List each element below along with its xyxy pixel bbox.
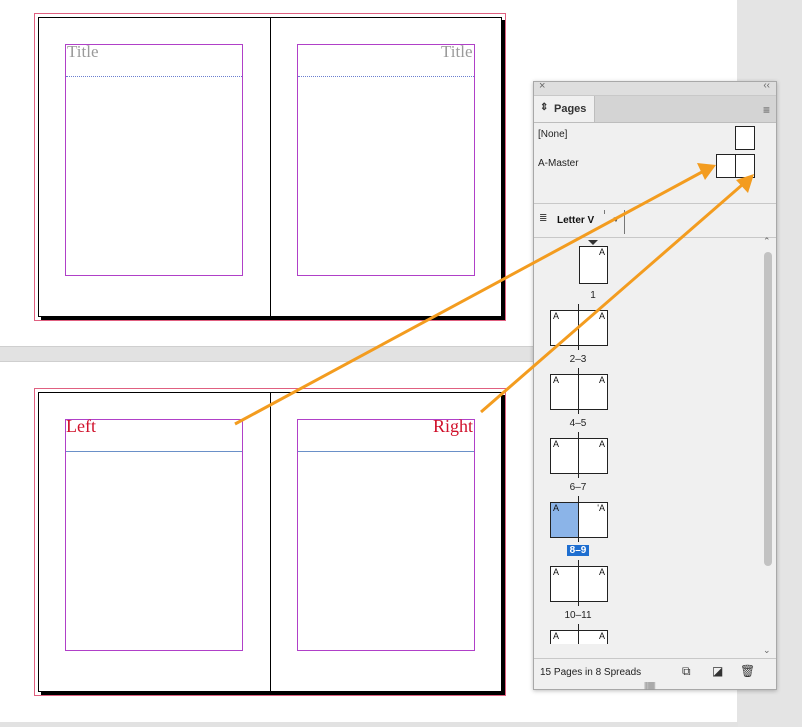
page-thumb-11-master: A: [598, 567, 605, 577]
page-thumb-8-master: A: [553, 503, 560, 513]
scroll-down-icon[interactable]: ⌄: [763, 645, 771, 656]
page-thumb-9-master: 'A: [597, 503, 605, 513]
spread-6-7-label[interactable]: 6–7: [548, 482, 608, 493]
page-thumb-3-master: A: [598, 311, 605, 321]
page-thumb-12-master: A: [553, 631, 560, 641]
page-thumb-1-master: A: [598, 247, 605, 257]
page-thumb-7-master: A: [598, 439, 605, 449]
top-right-guide: [298, 76, 474, 77]
page-thumb-7[interactable]: A: [578, 438, 608, 474]
panel-title-bar[interactable]: × ‹‹: [534, 80, 776, 96]
spread-2-3-spine: [578, 304, 579, 350]
page-thumb-13-master: A: [598, 631, 605, 641]
new-page-icon[interactable]: ◪: [712, 664, 723, 678]
spread-4-5-label[interactable]: 4–5: [548, 418, 608, 429]
page-thumb-5[interactable]: A: [578, 374, 608, 410]
page-thumb-13[interactable]: A: [578, 630, 608, 644]
top-spread-spine: [270, 17, 271, 316]
pasteboard-bottom: [0, 722, 738, 727]
master-a-thumb-right[interactable]: [735, 154, 755, 178]
master-a-thumb-left[interactable]: [716, 154, 736, 178]
page-thumb-4[interactable]: A: [550, 374, 579, 410]
page-size-separator: [624, 210, 625, 234]
page-thumb-5-master: A: [598, 375, 605, 385]
scrollbar-thumb[interactable]: [764, 252, 772, 566]
page-thumb-4-master: A: [553, 375, 560, 385]
close-icon[interactable]: ×: [539, 80, 545, 92]
panel-footer: 15 Pages in 8 Spreads ⧉ ◪ 🗑: [534, 658, 776, 689]
bottom-spread-spine: [270, 392, 271, 691]
page-thumb-2[interactable]: A: [550, 310, 579, 346]
page-thumb-10-master: A: [553, 567, 560, 577]
chevron-down-icon[interactable]: ▼: [612, 215, 620, 224]
page-thumb-2-master: A: [553, 311, 560, 321]
page-size-label[interactable]: Letter V: [557, 215, 594, 226]
page-thumb-11[interactable]: A: [578, 566, 608, 602]
pages-panel[interactable]: × ‹‹ ⇕ Pages ≡ [None] A-Master ≣ Letter …: [533, 80, 777, 690]
bottom-left-label[interactable]: Left: [66, 416, 96, 437]
bottom-right-margin: [297, 419, 475, 651]
page-thumb-6-master: A: [553, 439, 560, 449]
page-thumb-10[interactable]: A: [550, 566, 579, 602]
spread-4-5-spine: [578, 368, 579, 414]
bottom-right-guide: [298, 451, 474, 452]
panel-tab-bar: ⇕ Pages ≡: [534, 96, 776, 123]
page-thumb-12[interactable]: A: [550, 630, 579, 644]
spread-10-11-spine: [578, 560, 579, 606]
collapse-icon[interactable]: ‹‹: [763, 80, 770, 91]
spread-10-11-label[interactable]: 10–11: [548, 610, 608, 621]
bottom-left-margin: [65, 419, 243, 651]
top-right-title[interactable]: Title: [441, 42, 473, 62]
spread-2-3-label[interactable]: 2–3: [548, 354, 608, 365]
pages-tab-arrow-icon: ⇕: [540, 102, 549, 113]
top-left-margin: [65, 44, 243, 276]
master-none-label[interactable]: [None]: [538, 129, 567, 140]
edit-page-size-icon[interactable]: ⧉: [682, 664, 691, 679]
page-size-grip-icon: ≣: [539, 213, 548, 224]
page-count-text: 15 Pages in 8 Spreads: [540, 667, 642, 678]
top-left-guide: [66, 76, 242, 77]
bottom-left-guide: [66, 451, 242, 452]
current-page-marker-icon: [588, 240, 598, 245]
trash-icon[interactable]: 🗑: [740, 664, 755, 678]
page-thumb-8[interactable]: A: [550, 502, 579, 538]
page-thumb-3[interactable]: A: [578, 310, 608, 346]
page-thumb-6[interactable]: A: [550, 438, 579, 474]
page-thumbnails[interactable]: A 1 A A 2–3 A A 4–5 A A 6–7 A 'A 8–9 A A…: [534, 238, 760, 644]
panel-menu-icon[interactable]: ≡: [763, 103, 770, 117]
top-right-margin: [297, 44, 475, 276]
spread-8-9-spine: [578, 496, 579, 542]
spread-6-7-spine: [578, 432, 579, 478]
thumbnails-scrollbar[interactable]: ⌃ ⌄: [762, 236, 774, 658]
master-none-thumb[interactable]: [735, 126, 755, 150]
master-a-label[interactable]: A-Master: [538, 158, 579, 169]
page-size-bar[interactable]: ≣ Letter V ▼: [534, 204, 776, 237]
page-thumb-1[interactable]: A: [579, 246, 608, 284]
tab-pages-label: Pages: [554, 103, 587, 115]
bottom-right-label[interactable]: Right: [433, 416, 473, 437]
scroll-up-icon[interactable]: ⌃: [763, 236, 771, 247]
tab-pages[interactable]: ⇕ Pages: [534, 96, 595, 122]
resize-grip-icon[interactable]: ||||||||||: [644, 681, 656, 690]
spread-12-13-spine: [578, 624, 579, 644]
spread-8-9-label[interactable]: 8–9: [567, 545, 589, 556]
page-thumb-9[interactable]: 'A: [578, 502, 608, 538]
page-thumb-1-label[interactable]: 1: [563, 290, 623, 301]
page-size-tick: [604, 210, 605, 214]
top-left-title[interactable]: Title: [67, 42, 99, 62]
